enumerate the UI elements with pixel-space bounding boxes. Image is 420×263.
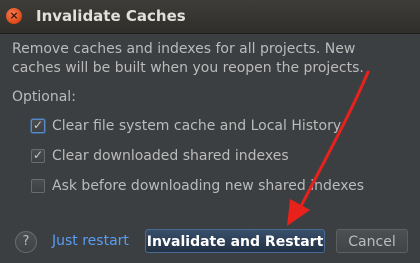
option-label: Ask before downloading new shared indexe… [52, 178, 365, 194]
option-ask-before-download[interactable]: Ask before downloading new shared indexe… [31, 177, 364, 195]
checkmark-icon: ✓ [32, 118, 44, 132]
invalidate-and-restart-button[interactable]: Invalidate and Restart [145, 229, 325, 253]
just-restart-link[interactable]: Just restart [52, 233, 129, 249]
title-bar: × Invalidate Caches [0, 0, 420, 34]
optional-label: Optional: [12, 89, 76, 105]
cancel-button[interactable]: Cancel [336, 229, 408, 253]
arrow-head [287, 199, 310, 226]
checkbox-clear-shared-indexes[interactable]: ✓ [31, 148, 45, 163]
description-line: Remove caches and indexes for all projec… [12, 41, 356, 57]
description-line: caches will be built when you reopen the… [12, 60, 364, 76]
dialog-title: Invalidate Caches [36, 7, 186, 25]
checkbox-ask-before-download[interactable] [31, 179, 45, 193]
checkbox-clear-fs-cache[interactable]: ✓ [31, 118, 45, 133]
question-mark-icon: ? [22, 234, 30, 249]
option-label: Clear file system cache and Local Histor… [52, 118, 342, 134]
close-icon[interactable]: × [6, 8, 22, 24]
help-button[interactable]: ? [15, 231, 37, 253]
checkmark-icon: ✓ [32, 148, 44, 162]
option-clear-fs-cache[interactable]: ✓ Clear file system cache and Local Hist… [31, 117, 341, 135]
option-label: Clear downloaded shared indexes [52, 148, 289, 164]
option-clear-shared-indexes[interactable]: ✓ Clear downloaded shared indexes [31, 147, 289, 165]
dialog-description: Remove caches and indexes for all projec… [12, 40, 412, 78]
